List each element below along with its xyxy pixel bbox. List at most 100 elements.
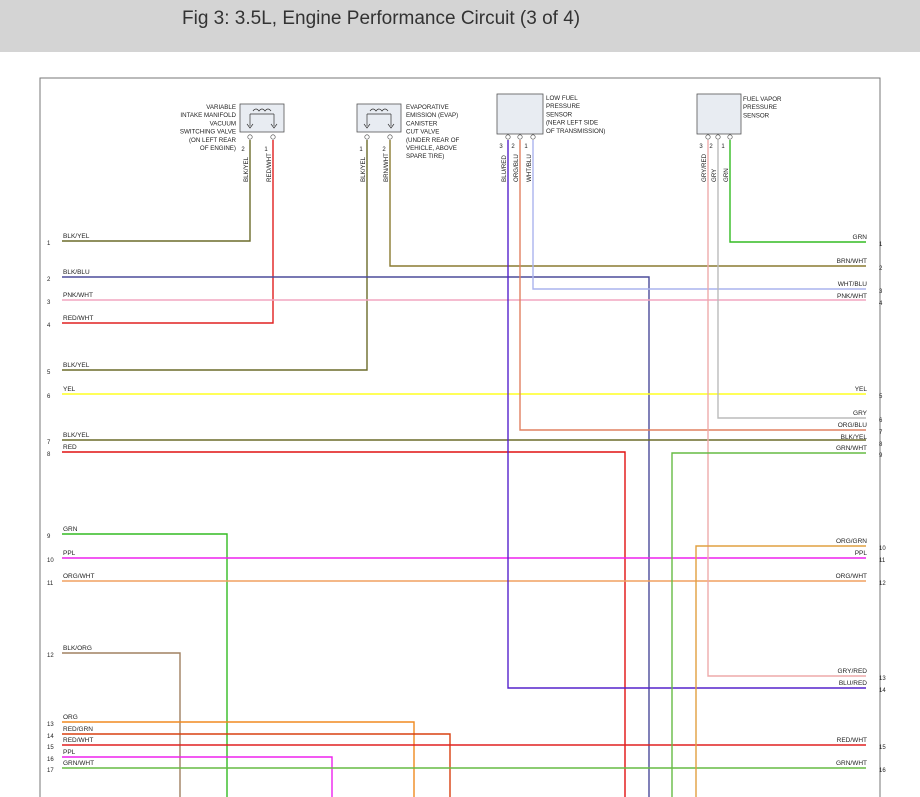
- lfps-box: [496, 93, 544, 135]
- component-wire-label: BLU/RED: [501, 155, 508, 182]
- right-wire-label: ORG/GRN: [836, 538, 867, 545]
- right-pin-number: 9: [879, 453, 883, 459]
- wire-blk-blu: [62, 276, 650, 797]
- component-pin-number: 2: [709, 144, 713, 150]
- wire-org-blu: [519, 140, 866, 431]
- pin-terminal: [727, 134, 733, 140]
- component-pin-number: 1: [264, 147, 268, 153]
- right-wire-label: RED/WHT: [837, 737, 867, 744]
- wire-gry: [717, 140, 866, 419]
- component-label: SENSOR: [743, 112, 770, 119]
- right-pin-number: 11: [879, 558, 886, 564]
- component-wire-label: ORG/BLU: [513, 154, 520, 182]
- left-pin-number: 5: [47, 370, 51, 376]
- left-wire-label: GRN/WHT: [63, 760, 94, 767]
- pin-terminal: [270, 134, 276, 140]
- wire-grn-fvps: [729, 140, 866, 243]
- left-pin-number: 15: [47, 745, 54, 751]
- left-pin-number: 4: [47, 323, 51, 329]
- left-wire-label: GRN: [63, 526, 78, 533]
- left-pin-number: 8: [47, 452, 51, 458]
- right-wire-label: GRN/WHT: [836, 760, 867, 767]
- right-pin-number: 10: [879, 546, 886, 552]
- component-label: CUT VALVE: [406, 129, 439, 136]
- component-wire-label: GRY: [711, 169, 718, 182]
- component-label: FUEL VAPOR: [743, 96, 782, 103]
- left-pin-number: 16: [47, 757, 54, 763]
- right-pin-number: 15: [879, 745, 886, 751]
- component-wire-label: GRY/RED: [701, 153, 708, 182]
- left-wire-label: BLK/YEL: [63, 362, 90, 369]
- left-wire-label: ORG/WHT: [63, 573, 94, 580]
- pin-terminal: [387, 134, 393, 140]
- wire-brn-wht-evap: [389, 140, 866, 267]
- right-wire-label: WHT/BLU: [838, 281, 868, 288]
- right-wire-label: BRN/WHT: [837, 258, 867, 265]
- component-wire-label: BLK/YEL: [243, 156, 250, 182]
- right-pin-number: 6: [879, 418, 883, 424]
- component-label: VACUUM: [210, 120, 236, 127]
- wire-org: [62, 721, 415, 797]
- component-pin-number: 3: [699, 144, 703, 150]
- right-pin-number: 12: [879, 581, 886, 587]
- component-pin-number: 2: [382, 147, 386, 153]
- diagram-frame: [39, 77, 881, 797]
- component-wire-label: BRN/WHT: [383, 153, 390, 182]
- component-label: CANISTER: [406, 120, 438, 127]
- right-wire-label: GRN: [853, 234, 868, 241]
- wire-blk-yel-vsv: [62, 140, 251, 242]
- right-wire-label: GRN/WHT: [836, 445, 867, 452]
- pin-terminal: [530, 134, 536, 140]
- component-label: LOW FUEL: [546, 95, 578, 102]
- component-label: EVAPORATIVE: [406, 104, 449, 111]
- pin-terminal: [247, 134, 253, 140]
- right-pin-number: 13: [879, 676, 886, 682]
- left-pin-number: 2: [47, 277, 51, 283]
- left-wire-label: BLK/YEL: [63, 432, 90, 439]
- pin-terminal: [364, 134, 370, 140]
- component-pin-number: 2: [511, 144, 515, 150]
- left-wire-label: BLK/BLU: [63, 269, 90, 276]
- pin-terminal: [705, 134, 711, 140]
- vsv-box: [239, 103, 285, 133]
- component-pin-number: 1: [524, 144, 528, 150]
- left-pin-number: 11: [47, 581, 54, 587]
- fvps-box: [696, 93, 742, 135]
- left-pin-number: 9: [47, 534, 51, 540]
- left-pin-number: 14: [47, 734, 54, 740]
- component-label: PRESSURE: [546, 103, 580, 110]
- component-wire-label: BLK/YEL: [360, 156, 367, 182]
- evap-valve-box: [356, 103, 402, 133]
- component-label: INTAKE MANIFOLD: [180, 112, 236, 119]
- right-pin-number: 5: [879, 394, 883, 400]
- component-label: (UNDER REAR OF: [406, 137, 460, 144]
- left-wire-label: BLK/ORG: [63, 645, 92, 652]
- right-wire-label: PNK/WHT: [837, 293, 867, 300]
- right-wire-label: YEL: [855, 386, 868, 393]
- left-pin-number: 3: [47, 300, 51, 306]
- pin-terminal: [517, 134, 523, 140]
- left-pin-number: 6: [47, 394, 51, 400]
- left-pin-number: 12: [47, 653, 54, 659]
- wire-red-grn: [62, 733, 451, 797]
- right-wire-label: PPL: [855, 550, 868, 557]
- left-wire-label: RED/WHT: [63, 315, 93, 322]
- pin-terminal: [715, 134, 721, 140]
- right-wire-label: GRY/RED: [838, 668, 868, 675]
- component-wire-label: GRN: [723, 168, 730, 182]
- left-wire-label: PPL: [63, 749, 76, 756]
- component-label: OF TRANSMISSION): [546, 128, 605, 135]
- wire-red-wht-vsv: [62, 140, 274, 324]
- left-pin-number: 17: [47, 768, 54, 774]
- left-wire-label: RED/GRN: [63, 726, 93, 733]
- component-pin-number: 1: [359, 147, 363, 153]
- right-pin-number: 4: [879, 301, 883, 307]
- right-wire-label: GRY: [853, 410, 868, 417]
- component-label: VARIABLE: [206, 104, 236, 111]
- component-label: SENSOR: [546, 111, 573, 118]
- left-pin-number: 13: [47, 722, 54, 728]
- right-wire-label: BLU/RED: [839, 680, 867, 687]
- component-label: PRESSURE: [743, 104, 777, 111]
- left-wire-label: RED/WHT: [63, 737, 93, 744]
- right-pin-number: 2: [879, 266, 883, 272]
